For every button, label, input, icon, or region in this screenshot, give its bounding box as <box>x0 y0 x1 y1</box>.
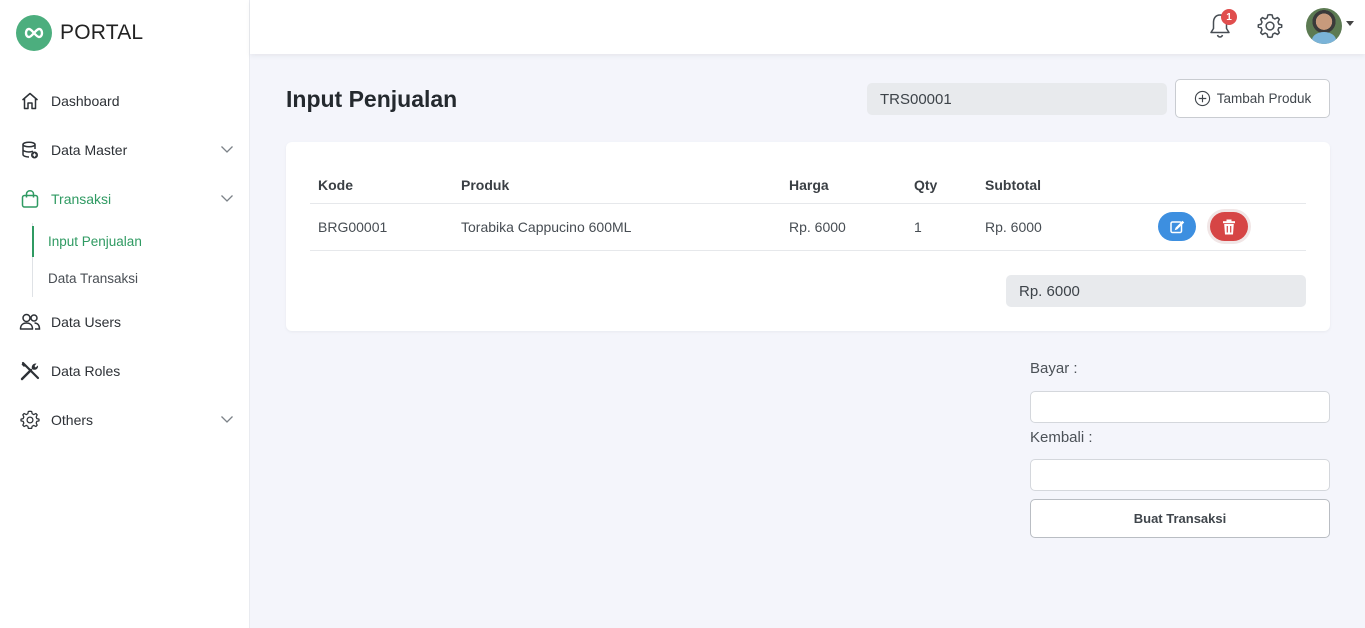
chevron-down-icon <box>221 146 233 153</box>
gear-icon <box>19 409 41 431</box>
chevron-down-icon <box>221 195 233 202</box>
cell-kode: BRG00001 <box>318 219 388 235</box>
kembali-input[interactable] <box>1030 459 1330 491</box>
sidebar-item-data-users[interactable]: Data Users <box>0 297 250 346</box>
bayar-label: Bayar : <box>1030 360 1078 377</box>
home-icon <box>19 90 41 112</box>
column-header-produk: Produk <box>461 177 510 193</box>
sidebar-item-label: Data Users <box>51 313 122 330</box>
edit-icon <box>1170 220 1185 233</box>
sidebar-item-label: Transaksi <box>51 190 112 207</box>
sidebar-subitem-data-transaksi[interactable]: Data Transaksi <box>33 260 250 297</box>
database-icon <box>19 139 41 161</box>
sidebar-item-dashboard[interactable]: Dashboard <box>0 76 250 125</box>
tools-icon <box>19 360 41 382</box>
sidebar-item-label: Data Master <box>51 141 128 158</box>
cell-produk: Torabika Cappucino 600ML <box>461 219 632 235</box>
product-table-card: Kode Produk Harga Qty Subtotal BRG00001 … <box>286 142 1330 331</box>
column-header-kode: Kode <box>318 177 353 193</box>
row-actions <box>1158 212 1248 241</box>
trash-icon <box>1223 219 1235 234</box>
user-avatar[interactable] <box>1306 8 1342 44</box>
brand-name: PORTAL <box>60 21 144 44</box>
chevron-down-icon <box>221 416 233 423</box>
sidebar: PORTAL Dashboard Data Master Transaksi I… <box>0 0 250 628</box>
cell-harga: Rp. 6000 <box>789 219 846 235</box>
create-transaction-button[interactable]: Buat Transaksi <box>1030 499 1330 538</box>
settings-gear-icon[interactable] <box>1257 13 1283 39</box>
sidebar-item-label: Data Roles <box>51 362 121 379</box>
infinity-icon <box>16 15 52 51</box>
transaksi-submenu: Input Penjualan Data Transaksi <box>32 223 250 297</box>
delete-button[interactable] <box>1210 212 1248 241</box>
plus-circle-icon <box>1194 90 1210 107</box>
kembali-label: Kembali : <box>1030 429 1093 446</box>
cell-qty: 1 <box>914 219 922 235</box>
add-product-label: Tambah Produk <box>1216 91 1312 106</box>
brand[interactable]: PORTAL <box>16 15 143 51</box>
sidebar-item-label: Dashboard <box>51 92 120 109</box>
sidebar-item-label: Others <box>51 411 94 428</box>
shopping-bag-icon <box>19 188 41 210</box>
add-product-button[interactable]: Tambah Produk <box>1175 79 1330 118</box>
sidebar-item-data-roles[interactable]: Data Roles <box>0 346 250 395</box>
sidebar-subitem-input-penjualan[interactable]: Input Penjualan <box>32 223 250 260</box>
transaction-code-field: TRS00001 <box>867 83 1167 115</box>
edit-button[interactable] <box>1158 212 1196 241</box>
column-header-qty: Qty <box>914 177 938 193</box>
table-header: Kode Produk Harga Qty Subtotal <box>310 167 1306 204</box>
total-amount: Rp. 6000 <box>1006 275 1306 307</box>
users-icon <box>19 311 41 333</box>
sidebar-item-data-master[interactable]: Data Master <box>0 125 250 174</box>
sidebar-item-others[interactable]: Others <box>0 395 250 444</box>
bayar-input[interactable] <box>1030 391 1330 423</box>
table-row: BRG00001 Torabika Cappucino 600ML Rp. 60… <box>310 204 1306 251</box>
column-header-subtotal: Subtotal <box>985 177 1041 193</box>
notification-badge: 1 <box>1221 9 1237 25</box>
cell-subtotal: Rp. 6000 <box>985 219 1042 235</box>
topbar: 1 <box>250 0 1365 54</box>
column-header-harga: Harga <box>789 177 829 193</box>
page-title: Input Penjualan <box>286 86 458 112</box>
payment-form: Bayar : Kembali : Buat Transaksi <box>1030 360 1330 538</box>
sidebar-item-transaksi[interactable]: Transaksi <box>0 174 250 223</box>
product-table: Kode Produk Harga Qty Subtotal BRG00001 … <box>310 167 1306 251</box>
sidebar-nav: Dashboard Data Master Transaksi Input Pe… <box>0 76 250 444</box>
caret-down-icon[interactable] <box>1346 21 1354 26</box>
